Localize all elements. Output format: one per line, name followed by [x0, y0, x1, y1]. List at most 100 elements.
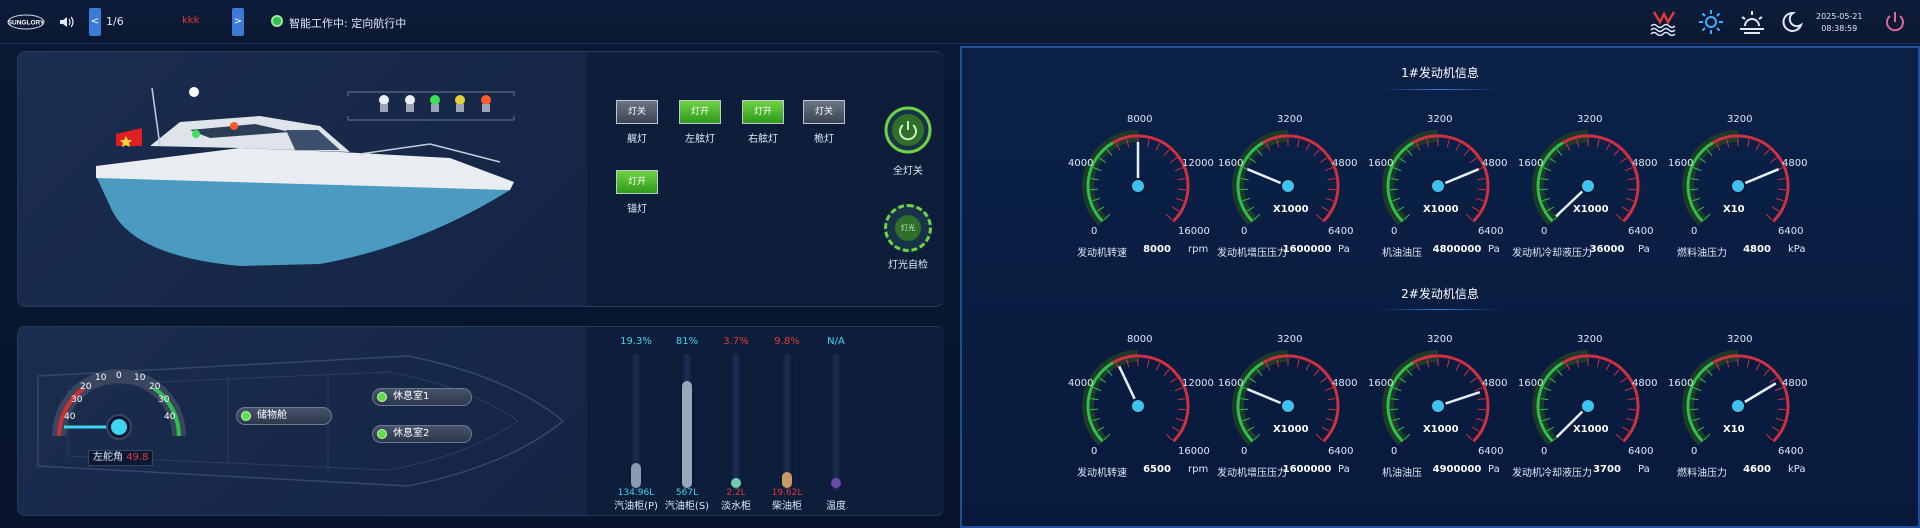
room-label: 休息室2: [393, 428, 430, 439]
engine-gauge: [1532, 350, 1640, 446]
gauge-hub: [1730, 398, 1746, 414]
gauge-min-label: 0: [1391, 446, 1398, 457]
gauge-max-label: 6400: [1328, 226, 1354, 237]
gauge-tick: [1625, 197, 1634, 202]
anchor-light-button[interactable]: 灯开: [616, 170, 658, 194]
gauge-left-label: 1600: [1668, 158, 1694, 169]
gauge-left-label: 1600: [1518, 158, 1544, 169]
gauge-hub: [1280, 398, 1296, 414]
anchor-light-icon: [455, 95, 465, 112]
gauge-max-label: 6400: [1478, 226, 1504, 237]
gauge-tick: [1763, 369, 1770, 376]
gauge-unit: Pa: [1488, 244, 1500, 255]
gauge-max-label: 6400: [1778, 446, 1804, 457]
rudder-label: 左舵角: [93, 452, 123, 463]
nav-light-strip: [347, 91, 515, 121]
wave-alarm-icon[interactable]: [1648, 8, 1678, 36]
room-storage[interactable]: 储物舱: [236, 407, 332, 425]
gauge-tick: [1625, 417, 1634, 422]
speaker-icon[interactable]: [58, 14, 74, 30]
gauge-right-label: 12000: [1182, 378, 1214, 389]
gauge-tick: [1765, 213, 1773, 221]
gauge-tick: [1690, 408, 1699, 411]
engine-gauge: [1082, 350, 1190, 446]
all-lights-off-label: 全灯关: [893, 166, 923, 177]
gauge-tick: [1770, 157, 1778, 163]
gauge-hub: [1730, 178, 1746, 194]
room-lounge-1[interactable]: 休息室1: [372, 388, 472, 406]
rudder-tick-l40: 40: [64, 412, 76, 422]
next-page-button[interactable]: >: [232, 8, 244, 36]
engine-2-title: 2#发动机信息: [1401, 287, 1479, 301]
engine-1-title-underline: [1380, 89, 1500, 90]
gauge-tick: [1777, 188, 1786, 191]
gauge-tick: [1775, 197, 1784, 202]
gauge-tick: [1627, 397, 1636, 401]
gauge-tick: [1296, 359, 1300, 368]
gauge-tick: [1765, 433, 1773, 441]
gauge-right-label: 4800: [1332, 158, 1358, 169]
gauge-right-label: 4800: [1482, 158, 1508, 169]
gauge-hub: [1130, 178, 1146, 194]
gauge-tick: [1313, 149, 1320, 156]
rudder-tick-l10: 10: [95, 373, 107, 383]
tank-gauge: [829, 354, 843, 490]
gauge-tick: [1177, 177, 1186, 181]
light-self-check-button[interactable]: 灯光: [884, 204, 932, 252]
gauge-value: 3700: [1593, 464, 1621, 475]
gauge-tick: [1305, 363, 1311, 371]
engine-1-title: 1#发动机信息: [1401, 66, 1479, 80]
gauge-tick: [1320, 377, 1328, 383]
gauge-top-label: 3200: [1277, 114, 1303, 125]
gauge-unit: Pa: [1638, 464, 1650, 475]
gauge-min-label: 0: [1241, 226, 1248, 237]
page-indicator: 1/6: [106, 15, 124, 28]
tank-gauge: [729, 354, 743, 490]
gauge-min-label: 0: [1091, 226, 1098, 237]
gauge-min-label: 0: [1541, 226, 1548, 237]
gauge-top-label: 3200: [1577, 114, 1603, 125]
masthead-light-button[interactable]: 灯关: [803, 100, 845, 124]
gauge-max-label: 16000: [1178, 446, 1210, 457]
gauge-tick: [1325, 417, 1334, 422]
gauge-tick: [1471, 426, 1480, 432]
starboard-light-label: 右舷灯: [748, 134, 778, 145]
alert-text: kkk: [182, 15, 200, 26]
gauge-value: 4900000: [1432, 464, 1482, 475]
gauge-tick: [1463, 369, 1470, 376]
gauge-tick: [1175, 197, 1184, 202]
starboard-light-button[interactable]: 灯开: [742, 100, 784, 124]
stern-light-button[interactable]: 灯关: [616, 100, 658, 124]
gauge-left-label: 1600: [1668, 378, 1694, 389]
moon-icon[interactable]: [1776, 8, 1806, 36]
gauge-right-label: 12000: [1182, 158, 1214, 169]
gauge-top-label: 3200: [1727, 334, 1753, 345]
logo: SUNGLORY: [7, 14, 45, 30]
room-status-icon: [377, 392, 387, 402]
gauge-tick: [1390, 408, 1399, 411]
prev-page-button[interactable]: <: [89, 8, 101, 36]
power-icon[interactable]: [1880, 8, 1910, 36]
room-lounge-2[interactable]: 休息室2: [372, 425, 472, 443]
status-indicator-icon: [271, 15, 283, 27]
gauge-value: 4600: [1743, 464, 1771, 475]
gauge-left-label: 1600: [1518, 378, 1544, 389]
gauge-tick: [1770, 377, 1778, 383]
gauge-multiplier: X1000: [1423, 204, 1459, 215]
sunset-icon[interactable]: [1737, 8, 1767, 36]
gauge-tick: [1327, 188, 1336, 191]
gauge-hub: [1430, 178, 1446, 194]
tank-percent: 3.7%: [723, 336, 749, 347]
gauge-tick: [1321, 426, 1330, 432]
port-light-button[interactable]: 灯开: [679, 100, 721, 124]
gauge-tick: [1475, 197, 1484, 202]
gauge-tick: [1620, 377, 1628, 383]
all-lights-off-button[interactable]: [884, 106, 932, 154]
gauge-max-label: 6400: [1478, 446, 1504, 457]
gauge-value: 6500: [1143, 464, 1171, 475]
gauge-hub: [1430, 398, 1446, 414]
sun-icon[interactable]: [1696, 8, 1726, 36]
gauge-unit: kPa: [1788, 244, 1806, 255]
tank-fill: [782, 472, 792, 488]
gauge-tick: [1155, 143, 1161, 151]
